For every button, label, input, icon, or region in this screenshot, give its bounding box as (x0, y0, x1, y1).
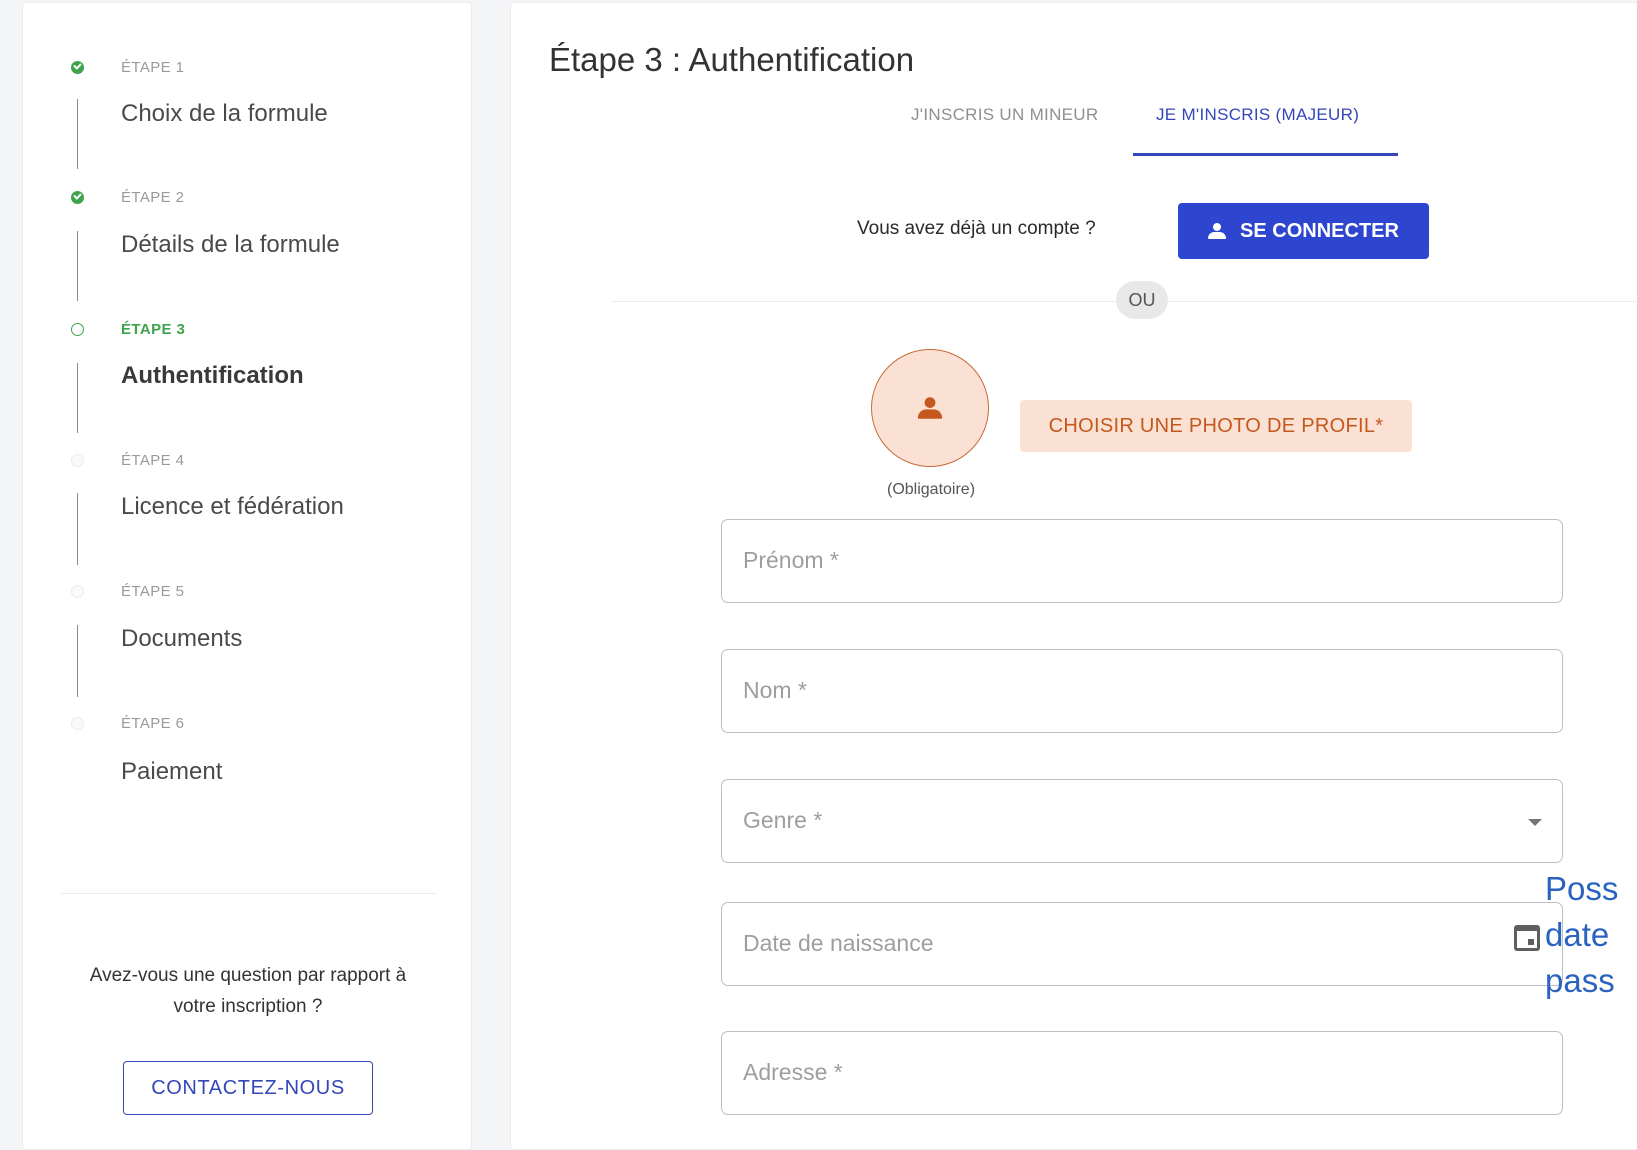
step-title: Authentification (121, 362, 304, 389)
sidebar-divider (61, 893, 437, 894)
active-step-icon (71, 323, 84, 336)
contact-button[interactable]: CONTACTEZ-NOUS (123, 1061, 373, 1115)
step-label: ÉTAPE 5 (121, 583, 185, 600)
step-title: Détails de la formule (121, 231, 340, 258)
login-button[interactable]: SE CONNECTER (1178, 203, 1429, 259)
check-icon (71, 61, 84, 74)
step-connector (77, 363, 78, 433)
gender-select[interactable]: Genre * (721, 779, 1563, 863)
tab-major[interactable]: JE M'INSCRIS (MAJEUR) (1156, 105, 1359, 125)
pending-step-icon (71, 585, 84, 598)
pending-step-icon (71, 717, 84, 730)
login-button-label: SE CONNECTER (1240, 219, 1399, 242)
step-connector (77, 231, 78, 301)
pending-step-icon (71, 454, 84, 467)
hint-line: Poss (1545, 870, 1619, 907)
firstname-field[interactable]: Prénom * (721, 519, 1563, 603)
step-title: Documents (121, 625, 243, 652)
step-label: ÉTAPE 2 (121, 189, 185, 206)
address-field[interactable]: Adresse * (721, 1031, 1563, 1115)
or-chip: OU (1116, 281, 1168, 319)
user-icon (1208, 223, 1227, 239)
address-placeholder: Adresse * (743, 1059, 843, 1085)
firstname-placeholder: Prénom * (743, 547, 839, 573)
step-label: ÉTAPE 1 (121, 59, 185, 76)
caret-down-icon[interactable] (1528, 819, 1542, 826)
hint-line: date (1545, 916, 1610, 953)
step-connector (77, 493, 78, 565)
step-connector (77, 99, 78, 169)
tab-active-indicator (1133, 153, 1398, 156)
hint-line: pass (1545, 962, 1615, 999)
auth-form-card: Étape 3 : Authentification J'INSCRIS UN … (510, 2, 1637, 1150)
calendar-icon[interactable] (1514, 925, 1540, 951)
overlay-hint-text: Poss date pass (1545, 866, 1618, 1004)
step-connector (77, 625, 78, 697)
check-icon (71, 191, 84, 204)
step-title: Choix de la formule (121, 100, 328, 127)
gender-placeholder: Genre * (743, 807, 823, 833)
tab-minor[interactable]: J'INSCRIS UN MINEUR (911, 105, 1098, 125)
choose-photo-button[interactable]: CHOISIR UNE PHOTO DE PROFIL* (1020, 400, 1412, 452)
existing-account-question: Vous avez déjà un compte ? (857, 218, 1096, 239)
step-title: Licence et fédération (121, 493, 344, 520)
step-label: ÉTAPE 3 (121, 321, 186, 338)
birthdate-placeholder: Date de naissance (743, 930, 934, 956)
page-title: Étape 3 : Authentification (549, 41, 915, 78)
avatar-placeholder[interactable] (871, 349, 989, 467)
lastname-placeholder: Nom * (743, 677, 807, 703)
lastname-field[interactable]: Nom * (721, 649, 1563, 733)
step-label: ÉTAPE 4 (121, 452, 185, 469)
photo-required-note: (Obligatoire) (886, 481, 976, 498)
user-icon (917, 397, 943, 419)
birthdate-field[interactable]: Date de naissance (721, 902, 1563, 986)
step-title: Paiement (121, 758, 223, 785)
step-label: ÉTAPE 6 (121, 715, 185, 732)
help-question: Avez-vous une question par rapport à vot… (89, 965, 407, 1017)
stepper-sidebar: ÉTAPE 1 Choix de la formule ÉTAPE 2 Déta… (22, 2, 472, 1150)
